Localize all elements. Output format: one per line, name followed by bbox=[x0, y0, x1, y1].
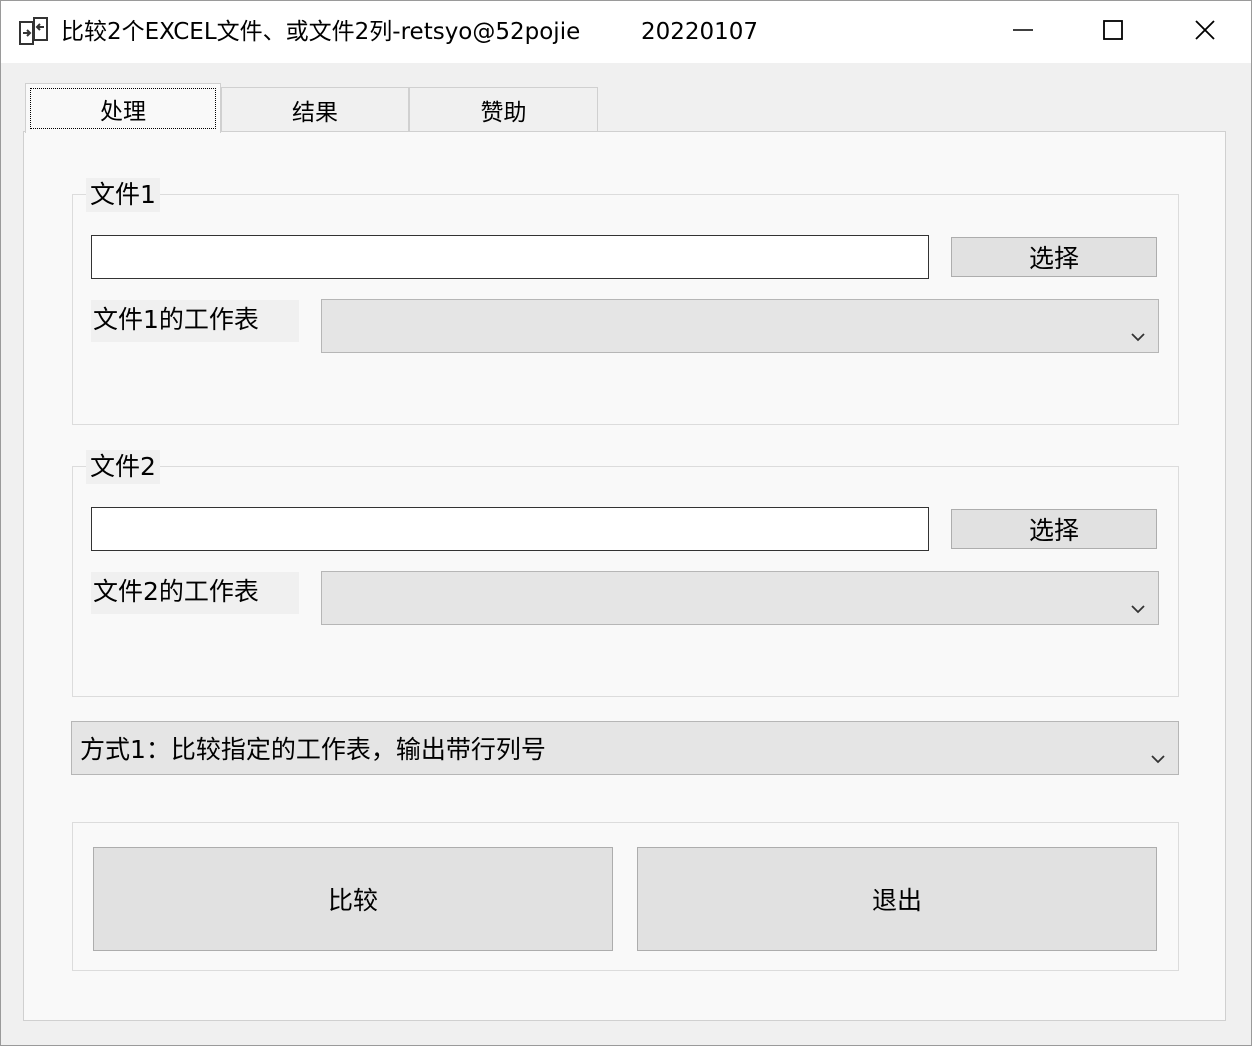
exit-button[interactable]: 退出 bbox=[637, 847, 1157, 951]
chevron-down-icon bbox=[1130, 592, 1146, 614]
tab-label: 结果 bbox=[292, 99, 338, 126]
compare-files-icon bbox=[17, 15, 51, 49]
file1-choose-button[interactable]: 选择 bbox=[951, 237, 1157, 277]
compare-button[interactable]: 比较 bbox=[93, 847, 613, 951]
file1-sheet-label: 文件1的工作表 bbox=[91, 300, 299, 342]
minimize-button[interactable] bbox=[977, 1, 1069, 63]
tab-panel-process: 文件1 选择 文件1的工作表 文件2 选择 文件2的工作表 方式1：比较指定的工… bbox=[23, 131, 1226, 1021]
chevron-down-icon bbox=[1130, 320, 1146, 342]
maximize-icon bbox=[1102, 19, 1124, 45]
file1-sheet-select[interactable] bbox=[321, 299, 1159, 353]
minimize-icon bbox=[1012, 19, 1034, 45]
tab-focus-rect bbox=[30, 88, 216, 129]
file1-path-input[interactable] bbox=[91, 235, 929, 279]
file1-legend: 文件1 bbox=[86, 178, 160, 212]
window-version: 20220107 bbox=[641, 19, 759, 45]
maximize-button[interactable] bbox=[1067, 1, 1159, 63]
file2-legend: 文件2 bbox=[86, 450, 160, 484]
tab-results[interactable]: 结果 bbox=[221, 87, 409, 131]
file2-sheet-label: 文件2的工作表 bbox=[91, 572, 299, 614]
close-button[interactable] bbox=[1159, 1, 1251, 63]
file2-path-input[interactable] bbox=[91, 507, 929, 551]
button-label: 比较 bbox=[327, 886, 378, 915]
button-label: 退出 bbox=[871, 886, 922, 915]
close-icon bbox=[1194, 19, 1216, 45]
tab-label: 赞助 bbox=[480, 99, 527, 126]
combo-value: 方式1：比较指定的工作表，输出带行列号 bbox=[80, 735, 546, 764]
compare-mode-select[interactable]: 方式1：比较指定的工作表，输出带行列号 bbox=[71, 721, 1179, 775]
file2-sheet-select[interactable] bbox=[321, 571, 1159, 625]
tab-sponsor[interactable]: 赞助 bbox=[409, 87, 598, 131]
app-window: 比较2个EXCEL文件、或文件2列-retsyo@52pojie 2022010… bbox=[0, 0, 1252, 1046]
button-label: 选择 bbox=[1028, 244, 1079, 273]
file2-choose-button[interactable]: 选择 bbox=[951, 509, 1157, 549]
title-bar[interactable]: 比较2个EXCEL文件、或文件2列-retsyo@52pojie 2022010… bbox=[1, 1, 1251, 63]
button-label: 选择 bbox=[1028, 516, 1079, 545]
tab-process[interactable]: 处理 bbox=[25, 83, 221, 133]
window-title: 比较2个EXCEL文件、或文件2列-retsyo@52pojie bbox=[61, 19, 581, 45]
chevron-down-icon bbox=[1150, 742, 1166, 764]
